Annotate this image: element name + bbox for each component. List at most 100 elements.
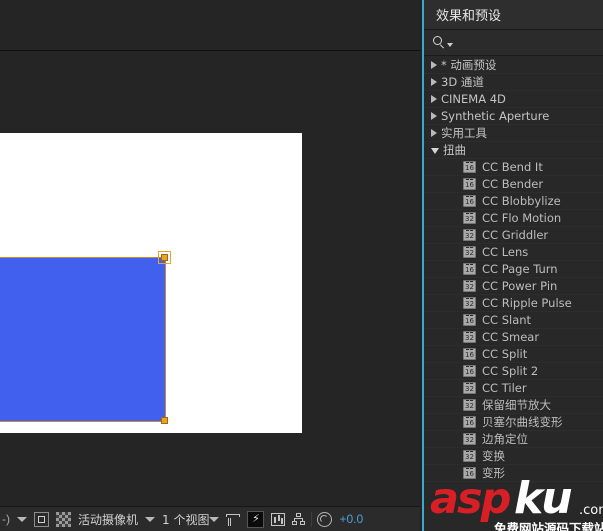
exposure-reset-button[interactable]: [317, 510, 333, 529]
selection-handle-top-right[interactable]: [161, 254, 168, 261]
bit-depth-value: 32: [465, 215, 474, 223]
effect-row[interactable]: 32 CC Ripple Pulse: [424, 295, 603, 312]
effect-row[interactable]: 16 CC Split: [424, 346, 603, 363]
camera-view-label[interactable]: 活动摄像机: [78, 510, 138, 529]
camera-view-dropdown[interactable]: [145, 510, 156, 529]
bit-depth-badge-icon: 32: [463, 331, 476, 343]
bit-depth-badge-icon: 32: [463, 433, 476, 445]
effect-row[interactable]: 16 CC Bend It: [424, 159, 603, 176]
effect-label: CC Tiler: [482, 381, 527, 395]
viewer-top-bar: [0, 0, 420, 51]
effects-group-row[interactable]: CINEMA 4D: [424, 91, 603, 108]
effect-label: CC Bend It: [482, 160, 543, 174]
effects-tree[interactable]: * 动画预设 3D 通道 CINEMA 4D Synthetic Aperture 实用…: [424, 57, 603, 531]
effects-group-label: 扭曲: [443, 143, 466, 157]
bit-depth-value: 32: [465, 283, 474, 291]
chevron-down-icon[interactable]: [447, 43, 453, 47]
effects-group-label: 实用工具: [441, 126, 487, 140]
effect-row[interactable]: 32 变换: [424, 448, 603, 465]
bit-depth-badge-icon: 16: [463, 195, 476, 207]
effect-row[interactable]: 16 CC Page Turn: [424, 261, 603, 278]
blue-solid-layer[interactable]: [0, 258, 165, 421]
bit-depth-value: 32: [465, 402, 474, 410]
effects-group-label: Synthetic Aperture: [441, 109, 550, 123]
effect-row[interactable]: 16 CC Bender: [424, 176, 603, 193]
composition-viewer-panel: -) 活动摄像机 1 个视图 ⚡ +0.0: [0, 0, 420, 531]
effects-group-row[interactable]: 3D 通道: [424, 74, 603, 91]
effect-label: CC Lens: [482, 245, 529, 259]
chevron-right-icon[interactable]: [431, 61, 437, 69]
after-effects-window: -) 活动摄像机 1 个视图 ⚡ +0.0 效果和预设 * 动画预设 3D 通道…: [0, 0, 603, 531]
effect-label: 保留细节放大: [482, 398, 551, 412]
lightning-bolt-icon: ⚡: [247, 510, 265, 528]
effect-label: CC Power Pin: [482, 279, 558, 293]
chevron-right-icon[interactable]: [431, 112, 437, 120]
bit-depth-value: 16: [465, 198, 474, 206]
effect-label: CC Page Turn: [482, 262, 558, 276]
effect-label: 变形: [482, 466, 505, 480]
timeline-icon: [271, 512, 286, 526]
effect-row[interactable]: 16 CC Split 2: [424, 363, 603, 380]
magnification-dropdown[interactable]: [17, 510, 27, 529]
viewer-stage[interactable]: [0, 51, 420, 506]
exposure-value[interactable]: +0.0: [339, 510, 363, 529]
view-count-dropdown[interactable]: [209, 510, 220, 529]
effect-row[interactable]: 32 CC Flo Motion: [424, 210, 603, 227]
chevron-down-icon: [145, 516, 156, 522]
bit-depth-value: 32: [465, 436, 474, 444]
effects-search-bar[interactable]: [424, 30, 603, 56]
chevron-down-icon: [17, 516, 27, 522]
bit-depth-value: 32: [465, 385, 474, 393]
bit-depth-badge-icon: 32: [463, 229, 476, 241]
effect-row[interactable]: 32 CC Lens: [424, 244, 603, 261]
chevron-right-icon[interactable]: [431, 78, 437, 86]
effects-group-row[interactable]: * 动画预设: [424, 57, 603, 74]
bit-depth-value: 16: [465, 164, 474, 172]
effect-label: CC Ripple Pulse: [482, 296, 572, 310]
chevron-down-icon[interactable]: [431, 148, 439, 154]
effects-group-row[interactable]: 扭曲: [424, 142, 603, 159]
effect-label: CC Bender: [482, 177, 544, 191]
effect-row[interactable]: 32 保留细节放大: [424, 397, 603, 414]
viewer-bottom-bar: -) 活动摄像机 1 个视图 ⚡ +0.0: [0, 506, 420, 531]
bit-depth-badge-icon: 32: [463, 382, 476, 394]
bit-depth-value: 16: [465, 266, 474, 274]
effect-row[interactable]: 32 CC Smear: [424, 329, 603, 346]
chevron-right-icon[interactable]: [431, 129, 437, 137]
toolbar-divider: [311, 511, 313, 527]
bit-depth-badge-icon: 32: [463, 297, 476, 309]
flowchart-button[interactable]: [292, 510, 306, 529]
snapping-button[interactable]: [226, 510, 241, 529]
chevron-right-icon[interactable]: [431, 95, 437, 103]
shutter-icon: [317, 511, 333, 527]
bit-depth-value: 32: [465, 453, 474, 461]
region-of-interest-button[interactable]: [34, 510, 49, 529]
bit-depth-value: 16: [465, 181, 474, 189]
effect-row[interactable]: 32 CC Griddler: [424, 227, 603, 244]
effect-row[interactable]: 16 CC Slant: [424, 312, 603, 329]
bit-depth-badge-icon: 16: [463, 365, 476, 377]
effects-group-row[interactable]: Synthetic Aperture: [424, 108, 603, 125]
bit-depth-badge-icon: 16: [463, 467, 476, 479]
effect-row[interactable]: 16 贝塞尔曲线变形: [424, 414, 603, 431]
effect-row[interactable]: 16 变形: [424, 465, 603, 482]
selection-handle-bottom-right[interactable]: [161, 417, 168, 424]
view-count-label[interactable]: 1 个视图: [162, 510, 209, 529]
effect-label: CC Slant: [482, 313, 532, 327]
effect-row[interactable]: 32 边角定位: [424, 431, 603, 448]
fast-preview-button[interactable]: ⚡: [247, 510, 265, 529]
effect-row[interactable]: 16 CC Blobbylize: [424, 193, 603, 210]
effect-row[interactable]: 32 CC Tiler: [424, 380, 603, 397]
effect-row[interactable]: 32 CC Power Pin: [424, 278, 603, 295]
effect-label: CC Split 2: [482, 364, 539, 378]
magnification-value[interactable]: -): [2, 510, 10, 529]
transparency-grid-button[interactable]: [56, 510, 71, 529]
effect-label: CC Flo Motion: [482, 211, 562, 225]
bit-depth-badge-icon: 32: [463, 450, 476, 462]
effect-label: 变换: [482, 449, 505, 463]
effects-and-presets-panel: 效果和预设 * 动画预设 3D 通道 CINEMA 4D Synthetic Aper…: [422, 0, 603, 531]
effects-group-row[interactable]: 实用工具: [424, 125, 603, 142]
timeline-button[interactable]: [271, 510, 286, 529]
effect-label: CC Griddler: [482, 228, 549, 242]
bit-depth-badge-icon: 16: [463, 178, 476, 190]
